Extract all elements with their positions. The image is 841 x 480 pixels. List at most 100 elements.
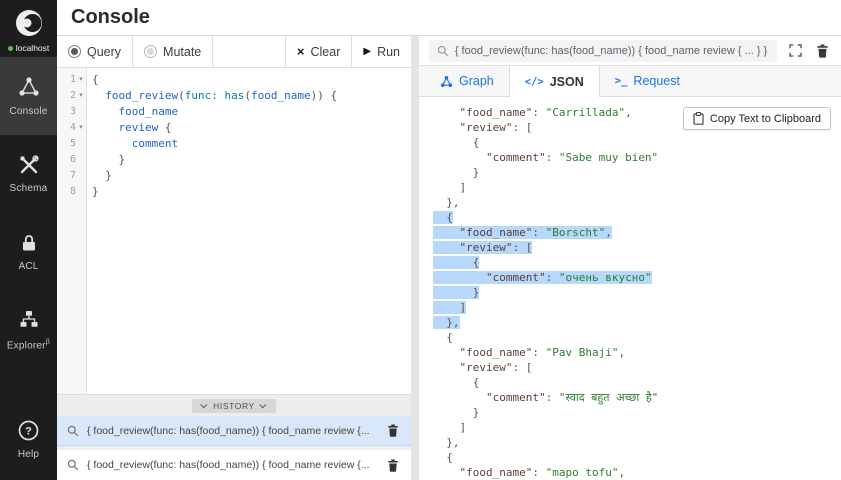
code-line: }, [433,435,841,450]
code-line: } [92,152,411,168]
tab-label: Request [633,74,680,88]
gutter-line-number: 3 [57,104,86,120]
svg-text:?: ? [25,425,32,437]
query-mode-toolbar: Query Mutate × Clear ▶ Run [57,36,411,68]
query-mode-label: Query [87,45,121,59]
json-output[interactable]: "food_name": "Carrillada", "review": [ {… [419,97,841,480]
logo-block: localhost [0,0,57,57]
gutter-line-number: 2▾ [57,88,86,104]
history-item[interactable]: { food_review(func: has(food_name)) { fo… [57,416,411,446]
trash-icon [387,424,399,437]
tab-label: Graph [459,74,494,88]
code-line: "comment": "स्वाद बहुत अच्छा है" [433,390,841,405]
results-panel: { food_review(func: has(food_name)) { fo… [419,36,841,480]
chevron-down-icon [259,401,266,408]
code-line: { [433,330,841,345]
connection-host-label: localhost [16,43,50,53]
lock-icon [18,232,40,254]
sidebar-item-console[interactable]: Console [0,57,57,135]
code-brackets-icon: </> [525,76,544,88]
sidebar-item-acl[interactable]: ACL [0,213,57,291]
sidebar: localhost Console Schema ACL [0,0,57,480]
result-tabs: Graph </> JSON >_ Request [419,66,841,97]
code-line: { [433,210,841,225]
sidebar-item-schema[interactable]: Schema [0,135,57,213]
trash-icon [387,459,399,472]
copy-to-clipboard-button[interactable]: Copy Text to Clipboard [683,107,831,130]
run-button[interactable]: ▶ Run [351,36,411,67]
sidebar-item-help[interactable]: ? Help [0,400,57,478]
status-dot-icon [8,46,13,51]
beta-badge: β [46,337,51,346]
code-line: "food_name": "Borscht", [433,225,841,240]
json-result-area: Copy Text to Clipboard "food_name": "Car… [419,97,841,480]
code-line: { [433,135,841,150]
help-icon: ? [17,419,40,442]
chevron-down-icon [200,401,207,408]
code-line: } [92,168,411,184]
sidebar-item-explorer[interactable]: Explorerβ [0,291,57,369]
code-line: } [433,405,841,420]
history-delete-button[interactable] [385,457,401,474]
delete-query-button[interactable] [814,42,831,60]
trash-icon [816,44,829,58]
fullscreen-button[interactable] [787,42,804,59]
tab-graph[interactable]: Graph [425,66,509,96]
code-line: { [433,450,841,465]
history-item[interactable]: { food_review(func: has(food_name)) { fo… [57,450,411,480]
mutate-mode-label: Mutate [163,45,201,59]
code-line: food_review(func: has(food_name)) { [92,88,411,104]
page-title: Console [71,6,150,29]
gutter-line-number: 1▾ [57,72,86,88]
query-display-field[interactable]: { food_review(func: has(food_name)) { fo… [429,40,777,62]
code-line: "review": [ [433,360,841,375]
search-icon [67,459,79,471]
code-line: ] [433,420,841,435]
query-editor[interactable]: 1▾2▾34▾5678 { food_review(func: has(food… [57,68,411,394]
gutter-line-number: 5 [57,136,86,152]
history-item-text: { food_review(func: has(food_name)) { fo… [87,459,377,471]
tab-label: JSON [550,75,584,89]
code-line: food_name [92,104,411,120]
editor-gutter: 1▾2▾34▾5678 [57,68,87,394]
graph-icon [440,75,453,88]
explorer-sitemap-icon [18,308,40,330]
query-panel: Query Mutate × Clear ▶ Run 1▾2▾34▾5678 [57,36,411,480]
history-label: HISTORY [213,401,255,411]
query-mode-radio[interactable]: Query [57,36,133,67]
close-icon: × [297,45,305,58]
gutter-line-number: 4▾ [57,120,86,136]
code-line: "food_name": "Pav Bhaji", [433,345,841,360]
mutate-mode-radio[interactable]: Mutate [133,36,213,67]
search-icon [437,45,449,57]
history-delete-button[interactable] [385,422,401,439]
toolbar-spacer [213,36,285,67]
code-line: } [433,165,841,180]
clear-button[interactable]: × Clear [285,36,351,67]
copy-button-label: Copy Text to Clipboard [710,113,821,125]
sidebar-item-label: Explorerβ [7,337,50,351]
sidebar-item-label: Console [9,106,47,117]
code-line: } [92,184,411,200]
main-area: Console Query Mutate × Clear ▶ [57,0,841,480]
history-strip: HISTORY [57,394,411,416]
code-line: "comment": "Sabe muy bien" [433,150,841,165]
tab-json[interactable]: </> JSON [509,66,600,97]
dgraph-logo-icon [14,8,44,38]
sidebar-item-label: Schema [10,183,48,194]
code-line: "food_name": "mapo tofu", [433,465,841,480]
radio-selected-icon [68,45,81,58]
sidebar-item-label: Help [18,449,39,460]
run-button-label: Run [377,45,400,59]
history-toggle-button[interactable]: HISTORY [192,399,276,413]
clear-button-label: Clear [310,45,340,59]
connection-status: localhost [8,43,50,53]
history-item-text: { food_review(func: has(food_name)) { fo… [87,425,377,437]
code-line: } [433,285,841,300]
editor-code[interactable]: { food_review(func: has(food_name)) { fo… [87,68,411,394]
tab-request[interactable]: >_ Request [600,66,695,96]
code-line: { [92,72,411,88]
console-graph-icon [17,75,41,99]
fullscreen-icon [789,44,802,57]
play-icon: ▶ [363,47,371,57]
